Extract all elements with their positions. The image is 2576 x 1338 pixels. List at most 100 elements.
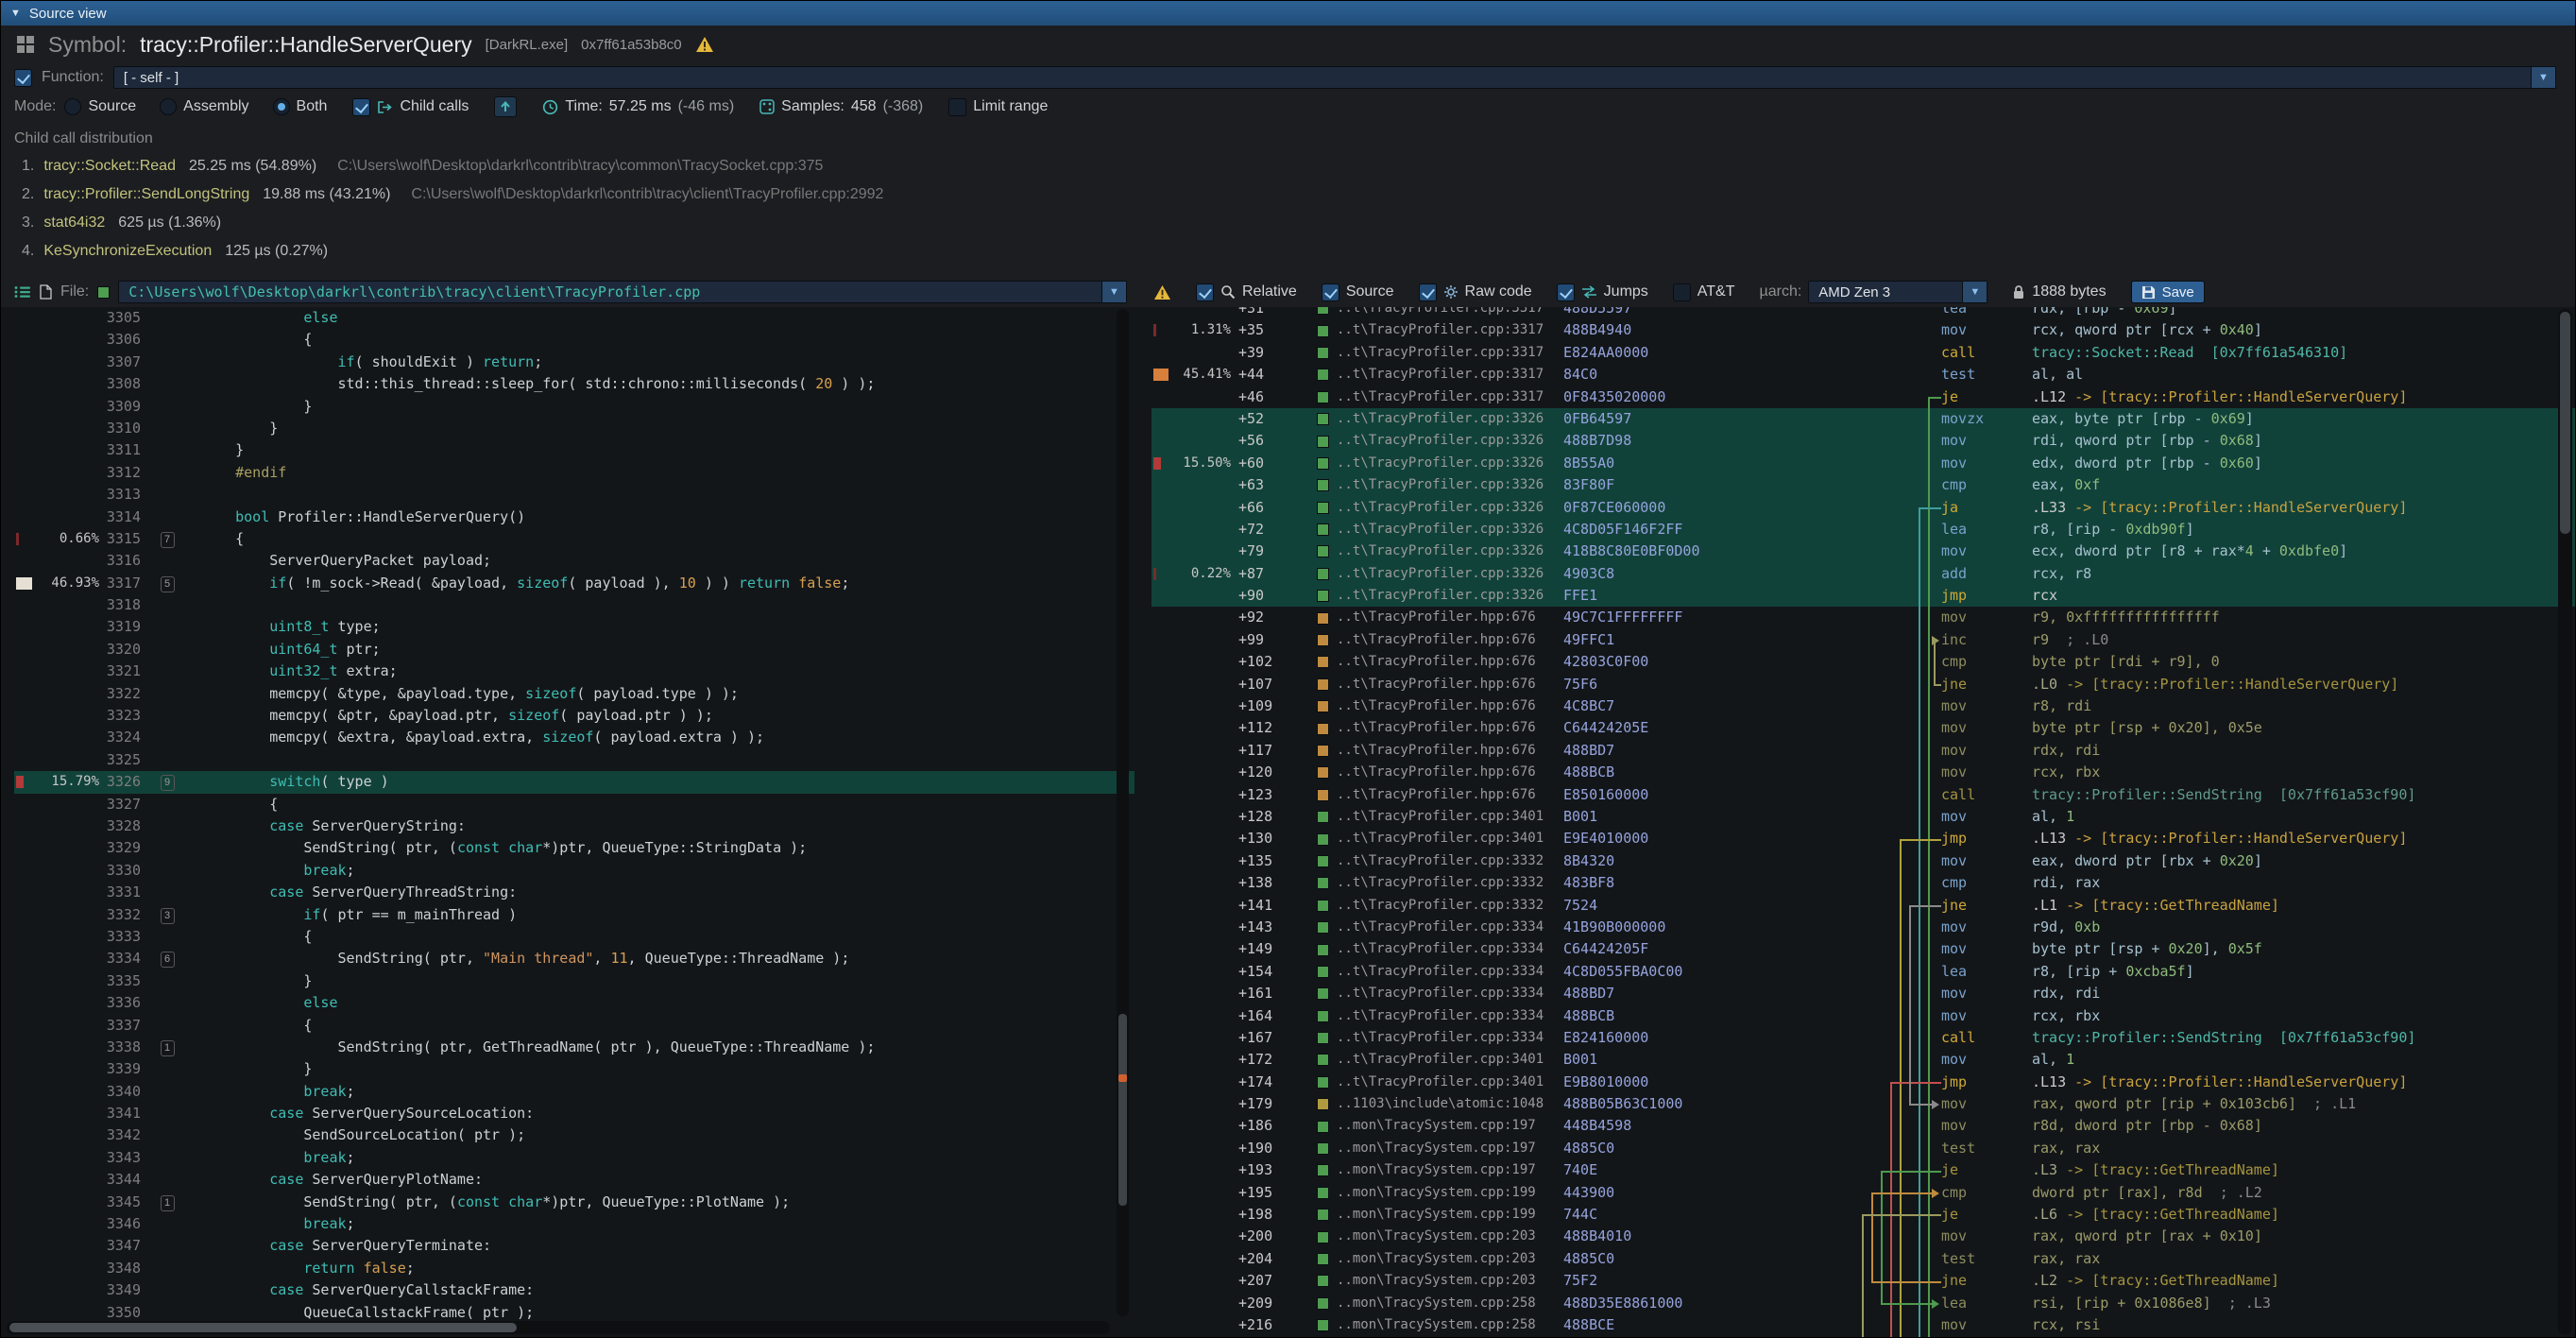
asm-mnemonic[interactable]: inc [1941, 629, 2032, 651]
asm-mnemonic[interactable]: mov [1941, 1115, 2032, 1137]
asm-row[interactable]: +39..t\TracyProfiler.cpp:3317E824AA0000c… [1152, 342, 2575, 364]
line-number[interactable]: 3329 [99, 837, 141, 859]
source-line[interactable]: 0.66%33157 { [14, 528, 1134, 550]
asm-offset[interactable]: +44 [1231, 364, 1301, 386]
asm-row[interactable]: +123..t\TracyProfiler.hpp:676E850160000c… [1152, 784, 2575, 806]
asm-row[interactable]: +161..t\TracyProfiler.cpp:3334488BD7movr… [1152, 983, 2575, 1004]
line-number[interactable]: 3348 [99, 1258, 141, 1279]
source-line[interactable]: 15.79%33269 switch( type ) [14, 771, 1134, 793]
chevron-down-icon[interactable]: ▼ [2531, 67, 2555, 88]
source-line[interactable]: 3322 memcpy( &type, &payload.type, sizeo… [14, 683, 1134, 705]
child-call-item[interactable]: 4.KeSynchronizeExecution125 µs (0.27%) [14, 237, 2562, 266]
asm-row[interactable]: +204..mon\TracySystem.cpp:2034885C0testr… [1152, 1248, 2575, 1270]
child-call-item[interactable]: 3.stat64i32625 µs (1.36%) [14, 209, 2562, 237]
asm-source-location[interactable]: ..t\TracyProfiler.cpp:3401 [1337, 828, 1563, 849]
asm-source-location[interactable]: ..1103\include\atomic:1048 [1337, 1093, 1563, 1115]
asm-offset[interactable]: +138 [1231, 872, 1301, 894]
line-number[interactable]: 3316 [99, 550, 141, 572]
child-calls-checkbox[interactable] [352, 98, 370, 116]
line-jump-badge[interactable]: 3 [161, 908, 175, 924]
asm-source-location[interactable]: ..t\TracyProfiler.cpp:3326 [1337, 497, 1563, 519]
asm-mnemonic[interactable]: mov [1941, 1005, 2032, 1027]
asm-mnemonic[interactable]: mov [1941, 917, 2032, 938]
line-number[interactable]: 3307 [99, 352, 141, 373]
child-call-item[interactable]: 2.tracy::Profiler::SendLongString19.88 m… [14, 180, 2562, 209]
source-line[interactable]: 3335 } [14, 970, 1134, 992]
line-number[interactable]: 3330 [99, 860, 141, 882]
source-line[interactable]: 3320 uint64_t ptr; [14, 639, 1134, 660]
asm-row[interactable]: +109..t\TracyProfiler.hpp:6764C8BC7movr8… [1152, 695, 2575, 717]
asm-offset[interactable]: +209 [1231, 1293, 1301, 1314]
asm-row[interactable]: +154..t\TracyProfiler.cpp:33344C8D055FBA… [1152, 961, 2575, 983]
asm-mnemonic[interactable]: mov [1941, 607, 2032, 628]
asm-mnemonic[interactable]: mov [1941, 1226, 2032, 1247]
child-call-name[interactable]: KeSynchronizeExecution [43, 243, 212, 259]
asm-mnemonic[interactable]: mov [1941, 740, 2032, 762]
line-number[interactable]: 3346 [99, 1213, 141, 1235]
asm-row[interactable]: 1.31%+35..t\TracyProfiler.cpp:3317488B49… [1152, 319, 2575, 341]
asm-source-location[interactable]: ..t\TracyProfiler.cpp:3317 [1337, 364, 1563, 386]
asm-source-location[interactable]: ..t\TracyProfiler.hpp:676 [1337, 784, 1563, 806]
asm-source-location[interactable]: ..t\TracyProfiler.cpp:3326 [1337, 563, 1563, 585]
source-line[interactable]: 33323 if( ptr == m_mainThread ) [14, 904, 1134, 926]
line-number[interactable]: 3333 [99, 926, 141, 948]
asm-offset[interactable]: +161 [1231, 983, 1301, 1004]
relative-checkbox[interactable] [1196, 283, 1214, 301]
source-line[interactable]: 3349 case ServerQueryCallstackFrame: [14, 1279, 1134, 1301]
asm-offset[interactable]: +154 [1231, 961, 1301, 983]
source-line[interactable]: 3333 { [14, 926, 1134, 948]
asm-source-location[interactable]: ..t\TracyProfiler.cpp:3401 [1337, 1049, 1563, 1071]
asm-offset[interactable]: +143 [1231, 917, 1301, 938]
asm-offset[interactable]: +90 [1231, 585, 1301, 607]
asm-source-location[interactable]: ..t\TracyProfiler.hpp:676 [1337, 674, 1563, 695]
source-toggle[interactable]: Source [1322, 283, 1394, 301]
asm-row[interactable]: +31..t\TracyProfiler.cpp:3317488D5597lea… [1152, 307, 2575, 319]
asm-mnemonic[interactable]: mov [1941, 695, 2032, 717]
jumps-toggle[interactable]: Jumps [1557, 283, 1648, 301]
asm-row[interactable]: +66..t\TracyProfiler.cpp:33260F87CE06000… [1152, 497, 2575, 519]
line-number[interactable]: 3309 [99, 396, 141, 418]
source-line[interactable]: 3340 break; [14, 1081, 1134, 1103]
source-horizontal-scrollbar[interactable] [7, 1321, 1110, 1334]
asm-source-location[interactable]: ..t\TracyProfiler.hpp:676 [1337, 607, 1563, 628]
asm-mnemonic[interactable]: je [1941, 1204, 2032, 1226]
asm-source-location[interactable]: ..mon\TracySystem.cpp:258 [1337, 1293, 1563, 1314]
line-number[interactable]: 3320 [99, 639, 141, 660]
asm-offset[interactable]: +46 [1231, 386, 1301, 408]
scrollbar-thumb[interactable] [1118, 1014, 1127, 1206]
asm-offset[interactable]: +164 [1231, 1005, 1301, 1027]
source-line[interactable]: 3330 break; [14, 860, 1134, 882]
asm-offset[interactable]: +179 [1231, 1093, 1301, 1115]
asm-row[interactable]: +128..t\TracyProfiler.cpp:3401B001moval,… [1152, 806, 2575, 828]
line-number[interactable]: 3324 [99, 727, 141, 748]
asm-offset[interactable]: +193 [1231, 1159, 1301, 1181]
line-number[interactable]: 3337 [99, 1015, 141, 1037]
source-line[interactable]: 3309 } [14, 396, 1134, 418]
line-number[interactable]: 3345 [99, 1192, 141, 1213]
asm-mnemonic[interactable]: cmp [1941, 651, 2032, 673]
asm-mnemonic[interactable]: lea [1941, 961, 2032, 983]
asm-offset[interactable]: +102 [1231, 651, 1301, 673]
asm-source-location[interactable]: ..t\TracyProfiler.cpp:3317 [1337, 319, 1563, 341]
asm-source-location[interactable]: ..mon\TracySystem.cpp:203 [1337, 1270, 1563, 1292]
source-line[interactable]: 3344 case ServerQueryPlotName: [14, 1169, 1134, 1191]
asm-offset[interactable]: +204 [1231, 1248, 1301, 1270]
asm-mnemonic[interactable]: lea [1941, 307, 2032, 319]
asm-offset[interactable]: +216 [1231, 1314, 1301, 1336]
asm-mnemonic[interactable]: ja [1941, 497, 2032, 519]
asm-source-location[interactable]: ..t\TracyProfiler.cpp:3334 [1337, 961, 1563, 983]
radio-icon[interactable] [64, 98, 81, 115]
line-number[interactable]: 3342 [99, 1124, 141, 1146]
asm-source-location[interactable]: ..mon\TracySystem.cpp:197 [1337, 1159, 1563, 1181]
asm-row[interactable]: +56..t\TracyProfiler.cpp:3326488B7D98mov… [1152, 430, 2575, 452]
asm-row[interactable]: +102..t\TracyProfiler.hpp:67642803C0F00c… [1152, 651, 2575, 673]
asm-row[interactable]: +149..t\TracyProfiler.cpp:3334C64424205F… [1152, 938, 2575, 960]
asm-offset[interactable]: +120 [1231, 762, 1301, 783]
asm-source-location[interactable]: ..t\TracyProfiler.cpp:3326 [1337, 453, 1563, 474]
asm-source-location[interactable]: ..mon\TracySystem.cpp:197 [1337, 1115, 1563, 1137]
asm-source-location[interactable]: ..t\TracyProfiler.cpp:3326 [1337, 430, 1563, 452]
asm-mnemonic[interactable]: add [1941, 563, 2032, 585]
asm-row[interactable]: +107..t\TracyProfiler.hpp:67675F6jne.L0 … [1152, 674, 2575, 695]
child-call-name[interactable]: tracy::Socket::Read [43, 158, 176, 174]
line-number[interactable]: 3335 [99, 970, 141, 992]
